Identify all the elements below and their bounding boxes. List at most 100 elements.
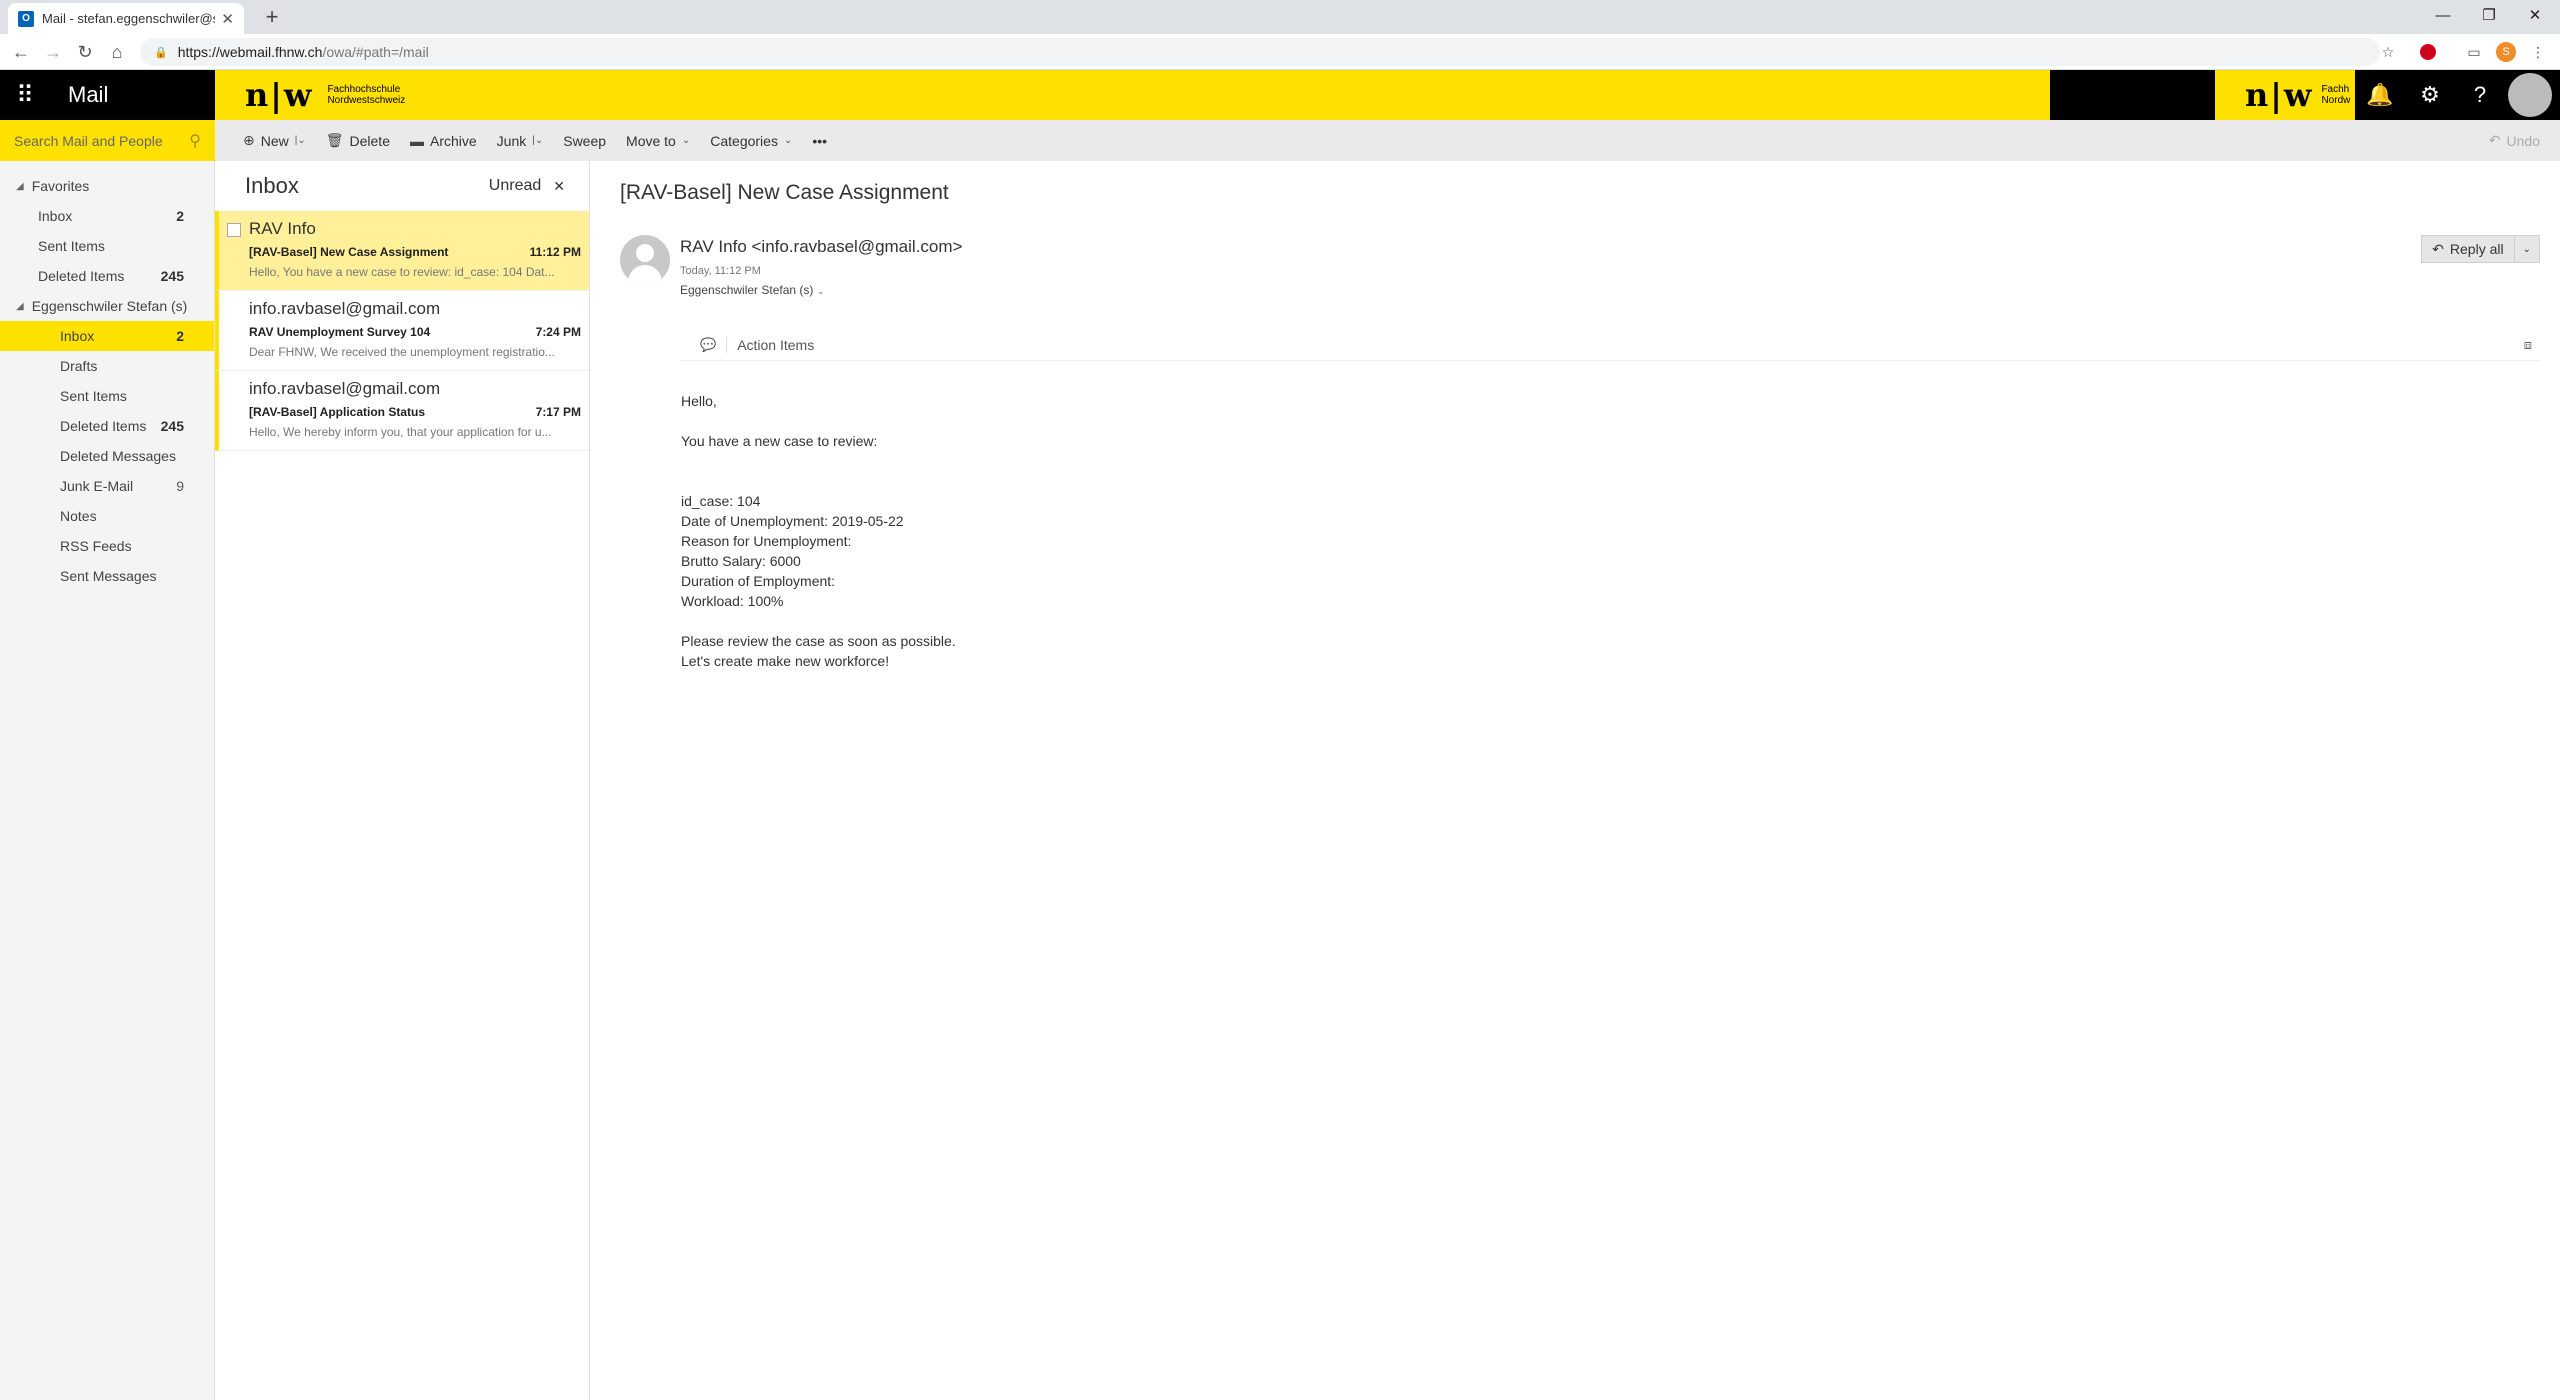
- reading-sender[interactable]: RAV Info <info.ravbasel@gmail.com>: [680, 237, 962, 257]
- address-bar: ← → ↻ ⌂ 🔒 https://webmail.fhnw.ch/owa/#p…: [0, 34, 2560, 70]
- sweep-button[interactable]: Sweep: [553, 120, 616, 161]
- url-field[interactable]: 🔒 https://webmail.fhnw.ch/owa/#path=/mai…: [140, 38, 2380, 66]
- user-avatar[interactable]: [2505, 70, 2555, 120]
- reply-all-button[interactable]: ↶ Reply all ⌄: [2421, 235, 2540, 263]
- folder-deleted-items[interactable]: Deleted Items 245: [0, 411, 214, 441]
- search-icon[interactable]: ⚲: [189, 131, 201, 151]
- undo-button[interactable]: ↶ Undo: [2489, 120, 2540, 161]
- message-preview: Hello, We hereby inform you, that your a…: [249, 425, 552, 439]
- browser-menu-icon[interactable]: ⋮: [2528, 42, 2548, 62]
- chevron-down-icon: ⌄: [783, 135, 793, 146]
- reading-pane: [RAV-Basel] New Case Assignment RAV Info…: [590, 161, 2560, 1400]
- forward-icon[interactable]: →: [40, 40, 66, 64]
- unread-filter-button[interactable]: Unread: [489, 177, 541, 195]
- notifications-bell-icon[interactable]: 🔔: [2355, 70, 2405, 120]
- home-icon[interactable]: ⌂: [104, 40, 130, 64]
- move-to-button[interactable]: Move to ⌄: [616, 120, 700, 161]
- list-item[interactable]: info.ravbasel@gmail.com RAV Unemployment…: [215, 291, 589, 371]
- list-title: Inbox: [245, 173, 299, 198]
- folder-sent-items[interactable]: Sent Items: [0, 381, 214, 411]
- body-workload: Workload: 100%: [681, 593, 784, 609]
- message-subject: [RAV-Basel] Application Status: [249, 405, 426, 419]
- body-closing: Let's create make new workforce!: [681, 653, 890, 669]
- body-reason: Reason for Unemployment:: [681, 533, 852, 549]
- reading-recipient[interactable]: Eggenschwiler Stefan (s) ⌄: [680, 283, 824, 297]
- lock-icon: 🔒: [154, 46, 168, 59]
- folder-deleted-messages[interactable]: Deleted Messages: [0, 441, 214, 471]
- browser-tab[interactable]: O Mail - stefan.eggenschwiler@stu ✕: [8, 3, 244, 34]
- chevron-down-icon[interactable]: ⌄: [2515, 244, 2539, 255]
- folder-rss-feeds[interactable]: RSS Feeds: [0, 531, 214, 561]
- account-group[interactable]: ◢ Eggenschwiler Stefan (s): [0, 291, 214, 321]
- folder-drafts[interactable]: Drafts: [0, 351, 214, 381]
- list-item[interactable]: RAV Info [RAV-Basel] New Case Assignment…: [215, 211, 589, 291]
- item-count: 245: [160, 268, 184, 284]
- folder-favorites-deleted-items[interactable]: Deleted Items 245: [0, 261, 214, 291]
- outlook-favicon-icon: O: [18, 10, 34, 27]
- new-tab-icon[interactable]: +: [258, 4, 286, 30]
- app-launcher-icon[interactable]: ⠿: [0, 70, 50, 120]
- search-input[interactable]: Search Mail and People ⚲: [0, 120, 215, 161]
- back-icon[interactable]: ←: [8, 40, 34, 64]
- body-review: Please review the case as soon as possib…: [681, 633, 956, 649]
- chevron-down-icon[interactable]: |⌄: [295, 135, 306, 146]
- message-time: 7:17 PM: [535, 405, 581, 419]
- folder-favorites-inbox[interactable]: Inbox 2: [0, 201, 214, 231]
- sender-avatar[interactable]: [620, 235, 670, 285]
- close-window-icon[interactable]: ✕: [2512, 0, 2558, 30]
- message-list-header: Inbox Unread ✕: [215, 161, 589, 211]
- action-items-bar: 💬 Action Items ⧈: [680, 329, 2540, 361]
- folder-sent-messages[interactable]: Sent Messages: [0, 561, 214, 591]
- adblock-extension-icon[interactable]: [2418, 42, 2438, 62]
- message-subject: RAV Unemployment Survey 104: [249, 325, 431, 339]
- add-in-icon[interactable]: ⧈: [2524, 337, 2532, 353]
- fhnw-logo: n|w Fachhochschule Nordwestschweiz: [245, 76, 405, 114]
- archive-button[interactable]: ▬ Archive: [400, 120, 487, 161]
- more-actions-button[interactable]: •••: [802, 120, 837, 161]
- junk-button[interactable]: Junk |⌄: [487, 120, 554, 161]
- settings-gear-icon[interactable]: ⚙: [2405, 70, 2455, 120]
- action-items-label[interactable]: Action Items: [737, 337, 814, 353]
- body-duration: Duration of Employment:: [681, 573, 836, 589]
- url-host: https://webmail.fhnw.ch: [177, 44, 323, 60]
- folder-notes[interactable]: Notes: [0, 501, 214, 531]
- chevron-down-icon: |⌄: [532, 135, 544, 146]
- delete-button[interactable]: 🗑 Delete: [316, 120, 400, 161]
- favorites-group[interactable]: ◢ Favorites: [0, 171, 214, 201]
- message-list: Inbox Unread ✕ RAV Info [RAV-Basel] New …: [215, 161, 590, 1400]
- new-button[interactable]: ⊕ New |⌄: [215, 120, 316, 161]
- logo2-line1: Fachh: [2321, 84, 2350, 95]
- minimize-icon[interactable]: —: [2420, 0, 2466, 30]
- folder-junk-email[interactable]: Junk E-Mail 9: [0, 471, 214, 501]
- logo2-line2: Nordw: [2321, 95, 2351, 106]
- bookmark-star-icon[interactable]: ☆: [2378, 42, 2398, 62]
- message-sender: RAV Info: [249, 219, 316, 238]
- app-bar: ⠿ Mail: [0, 70, 215, 120]
- list-item[interactable]: info.ravbasel@gmail.com [RAV-Basel] Appl…: [215, 371, 589, 451]
- body-date-unemployment: Date of Unemployment: 2019-05-22: [681, 513, 904, 529]
- collapse-triangle-icon: ◢: [16, 180, 24, 192]
- message-time: 11:12 PM: [529, 245, 581, 259]
- expand-recipients-icon[interactable]: ⌄: [817, 286, 825, 296]
- profile-avatar[interactable]: S: [2496, 42, 2516, 62]
- reload-icon[interactable]: ↻: [72, 40, 98, 64]
- fhnw-logo-right: n|w Fachh Nordw: [2245, 76, 2350, 114]
- folder-favorites-sent-items[interactable]: Sent Items: [0, 231, 214, 261]
- logo-line2: Nordwestschweiz: [327, 95, 406, 106]
- close-tab-icon[interactable]: ✕: [221, 10, 234, 28]
- undo-icon: ↶: [2488, 132, 2501, 148]
- help-icon[interactable]: ?: [2455, 70, 2505, 120]
- clear-filter-icon[interactable]: ✕: [553, 178, 565, 195]
- app-name: Mail: [68, 82, 109, 107]
- select-checkbox[interactable]: [227, 223, 241, 237]
- categories-button[interactable]: Categories ⌄: [700, 120, 802, 161]
- cast-icon[interactable]: ▭: [2464, 42, 2484, 62]
- logo-mark-right: n|w: [2245, 76, 2314, 114]
- item-count: 245: [160, 418, 184, 434]
- restore-icon[interactable]: ❐: [2466, 0, 2512, 30]
- folder-inbox[interactable]: Inbox 2: [0, 321, 214, 351]
- archive-icon: ▬: [409, 132, 424, 149]
- message-preview: Dear FHNW, We received the unemployment …: [249, 345, 555, 359]
- message-time: 7:24 PM: [535, 325, 581, 339]
- reply-all-icon: ↶: [2432, 240, 2444, 257]
